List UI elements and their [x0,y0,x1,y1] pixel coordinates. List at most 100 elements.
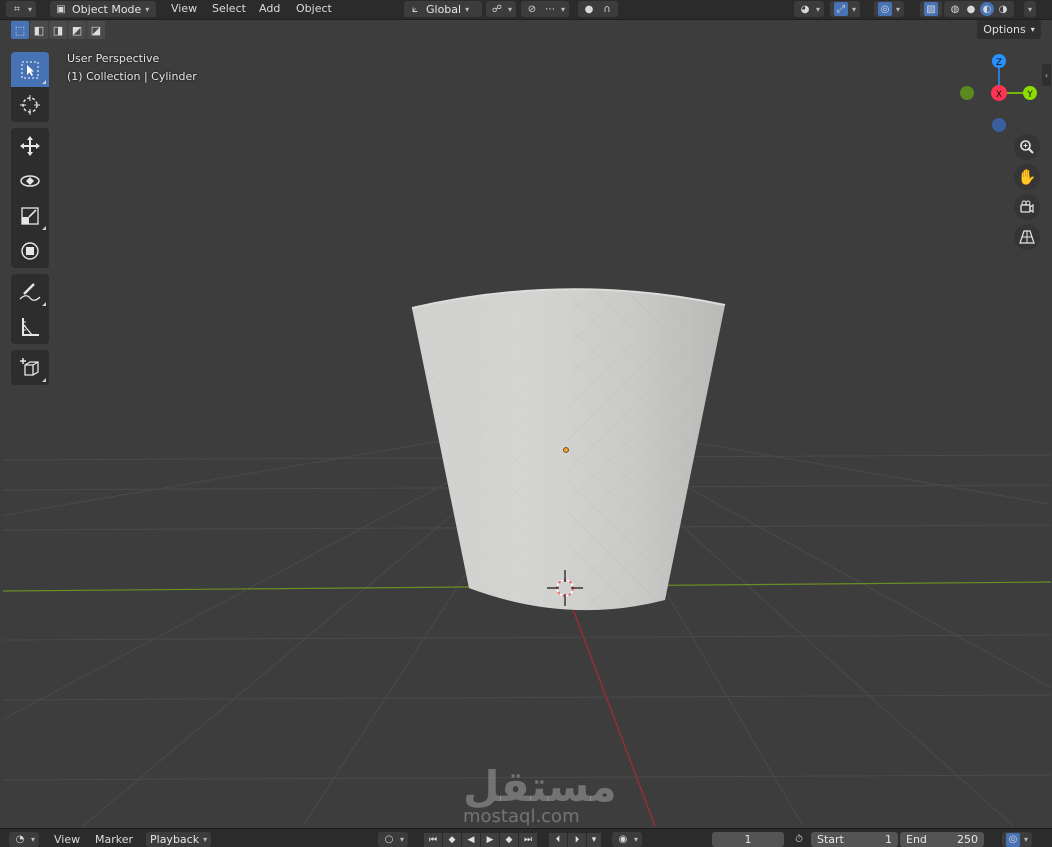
gizmo-x-label: X [996,90,1002,100]
add-cube-tool[interactable] [11,350,49,385]
timeline-view-options[interactable]: ◎ ▾ [1002,832,1033,847]
snap-toggle[interactable]: ⊘ ⋯ ▾ [521,1,570,17]
next-keyframe-icon[interactable]: ⏵ [568,832,586,847]
measure-tool[interactable] [11,309,49,344]
end-frame-field[interactable]: End 250 [900,832,984,847]
annotate-icon [19,282,41,301]
rendered-shading-icon[interactable]: ◑ [996,2,1010,16]
object-mode-icon: ▣ [56,3,66,15]
rotate-icon [20,174,40,187]
chevron-down-icon: ▾ [561,4,566,14]
select-intersect-icon[interactable]: ◪ [87,21,105,39]
shading-modes: ◍ ● ◐ ◑ [944,1,1014,17]
move-icon [20,135,40,156]
material-shading-icon[interactable]: ◐ [980,2,994,16]
play-icon[interactable]: ▶ [481,832,499,847]
keying-icon: ○ [384,834,394,845]
wireframe-shading-icon[interactable]: ◍ [948,2,962,16]
solid-shading-icon[interactable]: ● [964,2,978,16]
annotate-tool[interactable] [11,274,49,309]
xray-icon: ▨ [924,2,938,16]
chevron-down-icon: ▾ [896,4,901,14]
jump-end-icon[interactable]: ⏭ [519,832,537,847]
xray-toggle[interactable]: ▨ [920,1,942,17]
shading-options-dropdown[interactable]: ▾ [1024,1,1037,17]
chevron-down-icon: ▾ [1030,25,1035,34]
cursor-tool[interactable] [11,87,49,122]
select-new-icon[interactable]: ⬚ [11,21,29,39]
current-frame-field[interactable]: 1 [712,832,784,847]
start-label: Start [817,833,844,846]
start-value: 1 [885,833,892,846]
cylinder-object [411,288,726,611]
pan-button[interactable]: ✋ [1014,164,1040,190]
camera-icon [1020,200,1034,214]
chevron-down-icon[interactable]: ▾ [587,832,601,847]
visibility-dropdown[interactable]: ◕ ▾ [794,1,825,17]
timeline-editor-type[interactable]: ◔ ▾ [9,832,40,847]
orientation-dropdown[interactable]: ⟀ Global ▾ [404,1,482,17]
select-extend-icon[interactable]: ◧ [30,21,48,39]
auto-key-toggle[interactable]: ◉ ▾ [612,832,643,847]
menu-select[interactable]: Select [212,0,246,16]
3d-viewport[interactable]: Z Y X User Perspective (1) Collection | … [3,40,1051,826]
select-subtract-icon[interactable]: ◨ [49,21,67,39]
start-frame-field[interactable]: Start 1 [811,832,898,847]
menu-view[interactable]: View [171,0,197,16]
scale-tool[interactable] [11,198,49,233]
editor-type-icon: ⌗ [14,3,20,15]
timeline-menu-view[interactable]: View [54,832,80,847]
keying-dropdown[interactable]: ○ ▾ [378,832,409,847]
gizmo-neg-y-axis [960,86,974,100]
jump-start-icon[interactable]: ⏮ [424,832,442,847]
use-preview-range[interactable]: ⏱ [792,832,806,847]
timeline-header: ◔ ▾ View Marker Playback ▾ ○ ▾ ⏮ ◆ ◀ ▶ ◆ ⏭ … [0,828,1052,847]
sidebar-toggle[interactable]: ‹ [1042,64,1051,86]
watermark-arabic: مستقل [463,762,617,811]
menu-add[interactable]: Add [259,0,280,16]
jump-keyframe-back-icon[interactable]: ◆ [443,832,461,847]
overlays-dropdown[interactable]: ◎ ▾ [874,1,905,17]
grid-icon [1019,230,1035,244]
play-reverse-icon[interactable]: ◀ [462,832,480,847]
perspective-toggle-button[interactable] [1014,224,1040,250]
editor-type-button[interactable]: ⌗ ▾ [6,1,37,17]
transform-tool[interactable] [11,233,49,268]
mode-dropdown[interactable]: ▣ Object Mode ▾ [50,1,156,17]
chevron-down-icon: ▾ [1028,4,1033,14]
playback-controls: ⏮ ◆ ◀ ▶ ◆ ⏭ [424,832,538,847]
chevron-down-icon: ▾ [1024,835,1029,844]
pivot-icon: ☍ [491,3,503,15]
keyframe-nav: ⏴ ⏵ ▾ [549,832,602,847]
rotate-tool[interactable] [11,163,49,198]
falloff-icon: ∩ [603,3,611,15]
collection-info: (1) Collection | Cylinder [67,70,197,83]
move-tool[interactable] [11,128,49,163]
gizmo-dropdown[interactable]: ⤢ ▾ [830,1,861,17]
chevron-down-icon: ▾ [634,835,639,844]
view-options-icon: ◎ [1006,832,1020,847]
menu-object[interactable]: Object [296,0,332,16]
prev-keyframe-icon[interactable]: ⏴ [549,832,567,847]
orientation-label: Global [426,2,462,16]
camera-view-button[interactable] [1014,194,1040,220]
options-dropdown[interactable]: Options ▾ [977,20,1041,39]
gizmo-z-label: Z [996,58,1002,68]
scale-icon [21,206,39,225]
overlays-icon: ◎ [878,2,892,16]
snap-increment-icon: ⋯ [545,3,555,15]
proportional-edit-toggle[interactable]: ● ∩ [578,1,618,17]
options-label: Options [983,23,1026,36]
timeline-menu-marker[interactable]: Marker [95,832,133,847]
select-invert-icon[interactable]: ◩ [68,21,86,39]
pivot-dropdown[interactable]: ☍ ▾ [486,1,517,17]
chevron-down-icon: ▾ [465,4,470,14]
zoom-button[interactable] [1014,134,1040,160]
select-box-tool[interactable] [11,52,49,87]
transform-icon [21,241,39,260]
stopwatch-icon: ⏱ [795,834,803,845]
jump-keyframe-forward-icon[interactable]: ◆ [500,832,518,847]
timeline-menu-playback[interactable]: Playback ▾ [146,832,212,847]
end-value: 250 [957,833,978,846]
hand-icon: ✋ [1017,168,1037,186]
